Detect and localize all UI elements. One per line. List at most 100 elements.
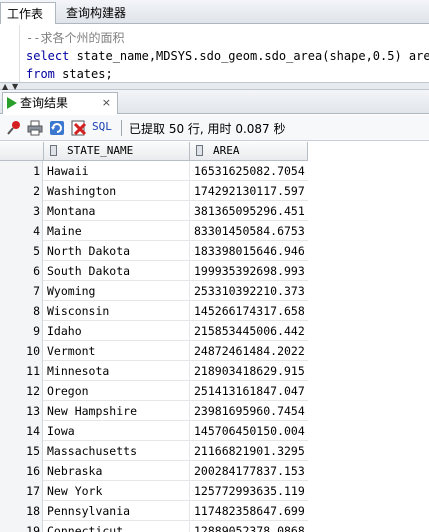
result-tabbar: 查询结果 × xyxy=(0,90,429,114)
tab-worksheet[interactable]: 工作表 xyxy=(0,2,56,24)
row-number-header xyxy=(0,142,44,161)
table-row[interactable]: 1 Hawaii 16531625082.7054 xyxy=(0,161,308,181)
cell-area[interactable]: 125772993635.119 xyxy=(192,481,308,501)
cell-state-name[interactable]: North Dakota xyxy=(45,241,190,261)
sql-keyword-select: select xyxy=(26,49,70,63)
editor-gutter xyxy=(0,25,20,82)
row-number: 8 xyxy=(0,301,43,321)
table-row[interactable]: 5 North Dakota 183398015646.946 xyxy=(0,241,308,261)
cell-state-name[interactable]: Pennsylvania xyxy=(45,501,190,521)
grid-rows: 1 Hawaii 16531625082.7054 2 Washington 174292… xyxy=(0,161,308,532)
toolbar-divider xyxy=(121,120,122,136)
table-row[interactable]: 15 Massachusetts 21166821901.3295 xyxy=(0,441,308,461)
cell-area[interactable]: 199935392698.993 xyxy=(192,261,308,281)
cell-area[interactable]: 16531625082.7054 xyxy=(192,161,308,181)
pin-icon[interactable] xyxy=(6,120,22,136)
sql-button[interactable]: SQL xyxy=(92,120,112,133)
cell-area[interactable]: 117482358647.699 xyxy=(192,501,308,521)
cell-area[interactable]: 200284177837.153 xyxy=(192,461,308,481)
cell-area[interactable]: 215853445006.442 xyxy=(192,321,308,341)
table-row[interactable]: 14 Iowa 145706450150.004 xyxy=(0,421,308,441)
column-header-label: AREA xyxy=(213,144,240,157)
cell-area[interactable]: 83301450584.6753 xyxy=(192,221,308,241)
cell-area[interactable]: 23981695960.7454 xyxy=(192,401,308,421)
table-row[interactable]: 18 Pennsylvania 117482358647.699 xyxy=(0,501,308,521)
table-row[interactable]: 3 Montana 381365095296.451 xyxy=(0,201,308,221)
column-header-state-name[interactable]: STATE_NAME xyxy=(44,142,190,161)
cell-state-name[interactable]: Maine xyxy=(45,221,190,241)
sql-editor[interactable]: --求各个州的面积 select state_name,MDSYS.sdo_ge… xyxy=(0,25,429,82)
table-row[interactable]: 13 New Hampshire 23981695960.7454 xyxy=(0,401,308,421)
table-row[interactable]: 11 Minnesota 218903418629.915 xyxy=(0,361,308,381)
refresh-icon[interactable] xyxy=(49,120,65,136)
results-grid[interactable]: STATE_NAME AREA 1 Hawaii 16531625082.7054 2… xyxy=(0,142,429,532)
sql-code[interactable]: --求各个州的面积 select state_name,MDSYS.sdo_ge… xyxy=(26,29,429,82)
row-number: 10 xyxy=(0,341,43,361)
close-icon[interactable]: × xyxy=(102,93,111,113)
cell-state-name[interactable]: Wyoming xyxy=(45,281,190,301)
cell-state-name[interactable]: Hawaii xyxy=(45,161,190,181)
row-number: 12 xyxy=(0,381,43,401)
table-row[interactable]: 9 Idaho 215853445006.442 xyxy=(0,321,308,341)
cell-area[interactable]: 253310392210.373 xyxy=(192,281,308,301)
cell-area[interactable]: 21166821901.3295 xyxy=(192,441,308,461)
column-header-area[interactable]: AREA xyxy=(190,142,308,161)
row-number: 15 xyxy=(0,441,43,461)
cell-area[interactable]: 251413161847.047 xyxy=(192,381,308,401)
table-row[interactable]: 16 Nebraska 200284177837.153 xyxy=(0,461,308,481)
worksheet-tabbar: 工作表 查询构建器 xyxy=(0,0,429,24)
cell-area[interactable]: 381365095296.451 xyxy=(192,201,308,221)
cell-state-name[interactable]: Iowa xyxy=(45,421,190,441)
table-row[interactable]: 6 South Dakota 199935392698.993 xyxy=(0,261,308,281)
sql-keyword-from: from xyxy=(26,67,55,81)
row-number: 7 xyxy=(0,281,43,301)
cell-area[interactable]: 218903418629.915 xyxy=(192,361,308,381)
cell-state-name[interactable]: South Dakota xyxy=(45,261,190,281)
cell-state-name[interactable]: Montana xyxy=(45,201,190,221)
cell-state-name[interactable]: Connecticut xyxy=(45,521,190,532)
table-row[interactable]: 10 Vermont 24872461484.2022 xyxy=(0,341,308,361)
cell-state-name[interactable]: Wisconsin xyxy=(45,301,190,321)
cell-state-name[interactable]: Vermont xyxy=(45,341,190,361)
tab-query-builder[interactable]: 查询构建器 xyxy=(60,2,160,24)
cell-state-name[interactable]: New York xyxy=(45,481,190,501)
table-row[interactable]: 2 Washington 174292130117.597 xyxy=(0,181,308,201)
row-number: 11 xyxy=(0,361,43,381)
sort-icon xyxy=(50,145,57,156)
row-number: 19 xyxy=(0,521,43,532)
cell-state-name[interactable]: Nebraska xyxy=(45,461,190,481)
print-icon[interactable] xyxy=(27,120,43,136)
column-header-label: STATE_NAME xyxy=(67,144,134,157)
fetch-status: 已提取 50 行, 用时 0.087 秒 xyxy=(129,122,286,136)
row-number: 16 xyxy=(0,461,43,481)
row-number: 9 xyxy=(0,321,43,341)
table-row[interactable]: 12 Oregon 251413161847.047 xyxy=(0,381,308,401)
cell-state-name[interactable]: Washington xyxy=(45,181,190,201)
table-row[interactable]: 4 Maine 83301450584.6753 xyxy=(0,221,308,241)
row-number: 5 xyxy=(0,241,43,261)
cell-area[interactable]: 24872461484.2022 xyxy=(192,341,308,361)
cell-state-name[interactable]: Oregon xyxy=(45,381,190,401)
table-row[interactable]: 19 Connecticut 12889052378.0868 xyxy=(0,521,308,532)
cell-state-name[interactable]: Idaho xyxy=(45,321,190,341)
cell-area[interactable]: 183398015646.946 xyxy=(192,241,308,261)
sql-comment: --求各个州的面积 xyxy=(26,31,125,45)
table-row[interactable]: 8 Wisconsin 145266174317.658 xyxy=(0,301,308,321)
row-number: 2 xyxy=(0,181,43,201)
export-icon[interactable] xyxy=(71,120,87,136)
cell-area[interactable]: 145706450150.004 xyxy=(192,421,308,441)
table-row[interactable]: 17 New York 125772993635.119 xyxy=(0,481,308,501)
cell-state-name[interactable]: Minnesota xyxy=(45,361,190,381)
cell-area[interactable]: 174292130117.597 xyxy=(192,181,308,201)
row-number: 13 xyxy=(0,401,43,421)
cell-area[interactable]: 12889052378.0868 xyxy=(192,521,308,532)
row-number: 18 xyxy=(0,501,43,521)
cell-state-name[interactable]: Massachusetts xyxy=(45,441,190,461)
row-number: 6 xyxy=(0,261,43,281)
result-toolbar: SQL 已提取 50 行, 用时 0.087 秒 xyxy=(0,115,429,141)
table-row[interactable]: 7 Wyoming 253310392210.373 xyxy=(0,281,308,301)
pane-splitter[interactable]: ▲ ▼ xyxy=(0,82,429,91)
cell-state-name[interactable]: New Hampshire xyxy=(45,401,190,421)
cell-area[interactable]: 145266174317.658 xyxy=(192,301,308,321)
tab-query-result[interactable]: 查询结果 × xyxy=(2,92,118,114)
